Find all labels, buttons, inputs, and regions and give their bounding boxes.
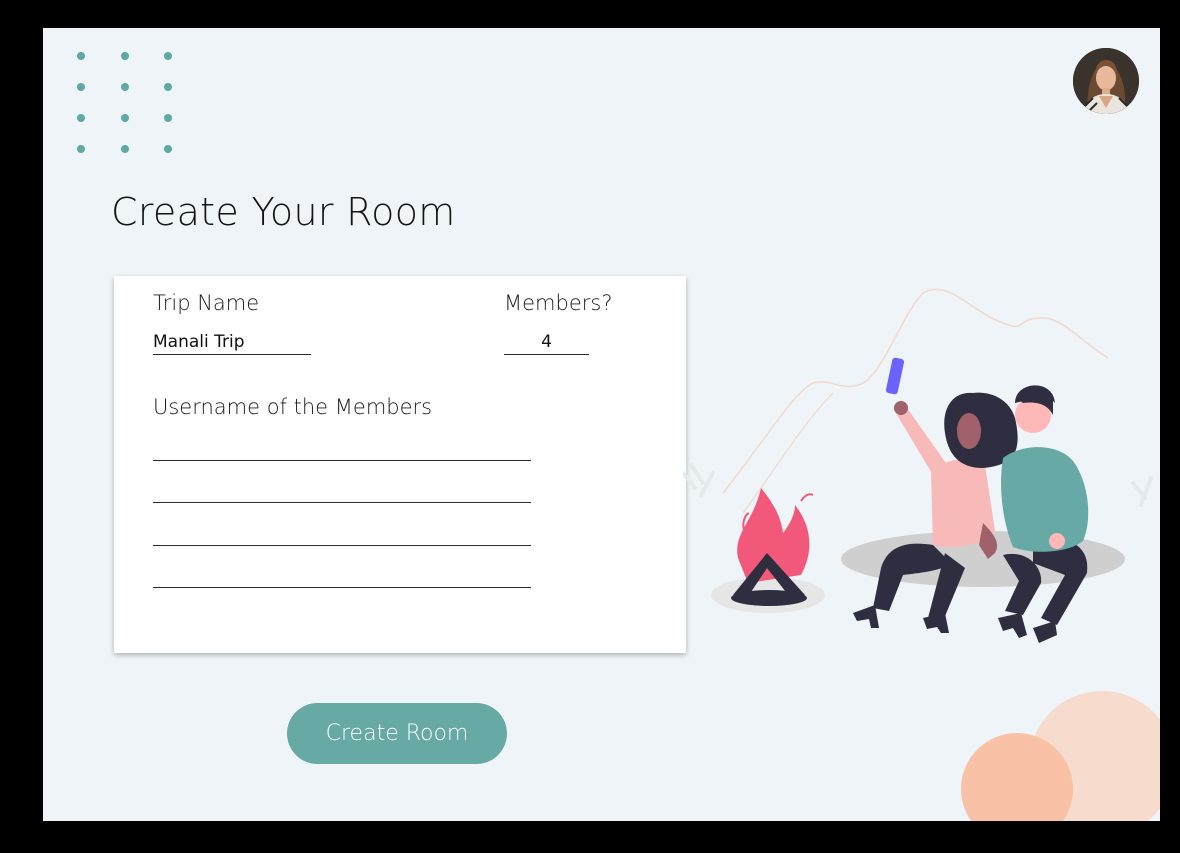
members-label: Members? xyxy=(504,291,613,315)
dot xyxy=(77,145,85,153)
members-count-input[interactable] xyxy=(504,330,589,355)
illustration-svg xyxy=(681,288,1153,643)
dot xyxy=(121,145,129,153)
dot xyxy=(164,83,172,91)
dot xyxy=(121,114,129,122)
create-room-button[interactable]: Create Room xyxy=(287,703,507,764)
dot xyxy=(77,114,85,122)
create-room-form: Trip Name Members? Username of the Membe… xyxy=(114,276,686,653)
dot xyxy=(164,52,172,60)
trip-name-input[interactable] xyxy=(153,330,311,355)
dot xyxy=(121,52,129,60)
usernames-label: Username of the Members xyxy=(153,395,433,419)
user-avatar[interactable] xyxy=(1073,48,1139,114)
avatar-image xyxy=(1073,48,1139,114)
campfire-selfie-illustration xyxy=(681,283,1160,647)
member-username-input-1[interactable] xyxy=(153,436,531,461)
member-username-input-2[interactable] xyxy=(153,478,531,503)
dot xyxy=(77,83,85,91)
page-title: Create Your Room xyxy=(111,190,456,234)
dot xyxy=(121,83,129,91)
dot xyxy=(77,52,85,60)
member-username-input-3[interactable] xyxy=(153,521,531,546)
app-window: Create Your Room Trip Name Members? User… xyxy=(43,28,1160,821)
member-username-input-4[interactable] xyxy=(153,563,531,588)
dot xyxy=(164,145,172,153)
trip-name-label: Trip Name xyxy=(153,291,260,315)
dot xyxy=(164,114,172,122)
